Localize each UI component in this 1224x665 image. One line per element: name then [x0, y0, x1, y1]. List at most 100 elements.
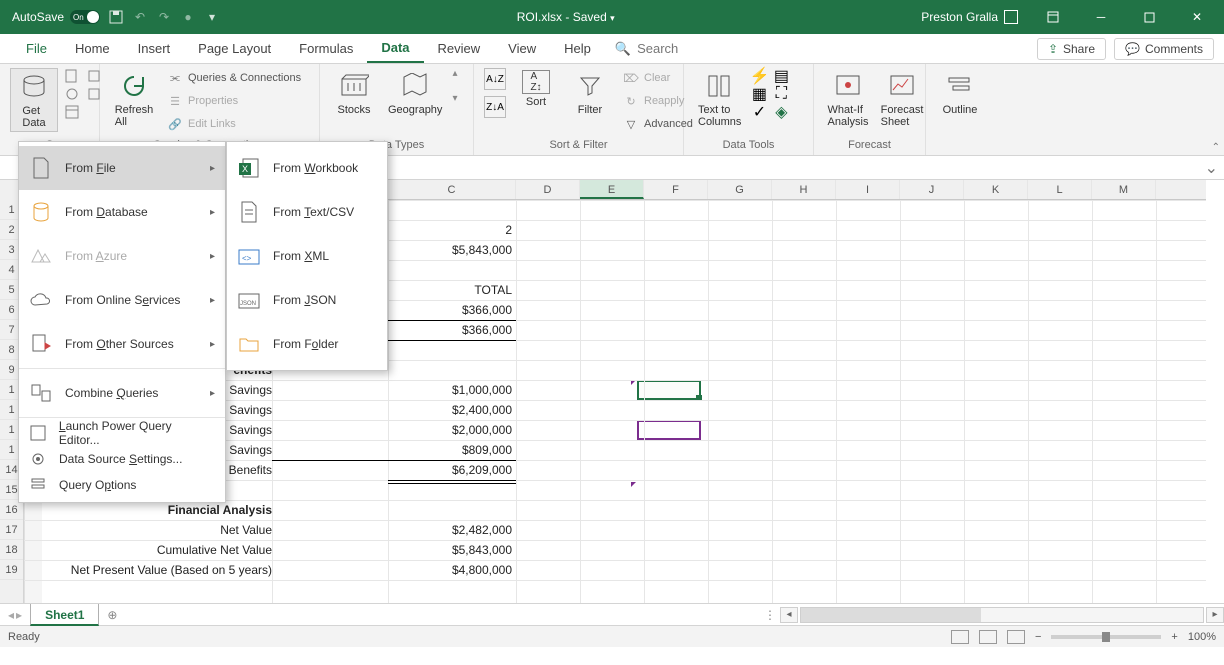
sheet-next-icon[interactable]: ▸ — [16, 608, 22, 622]
titlebar: AutoSave On ↶ ↷ ● ▾ ROI.xlsx - Saved ▾ P… — [0, 0, 1224, 34]
cell[interactable]: 2 — [388, 220, 516, 240]
remove-dup-icon[interactable]: ▦ — [751, 86, 767, 102]
filter-button[interactable]: Filter — [566, 68, 614, 118]
add-sheet-button[interactable]: ⊕ — [99, 608, 125, 622]
text-to-columns-button[interactable]: Text to Columns — [694, 68, 745, 130]
from-file-submenu: XFrom Workbook From Text/CSV <>From XML … — [226, 141, 388, 371]
normal-view-icon[interactable] — [951, 630, 969, 644]
collapse-ribbon-icon[interactable]: ⌃ — [1212, 142, 1220, 153]
cell[interactable]: $366,000 — [388, 320, 516, 340]
sheet-prev-icon[interactable]: ◂ — [8, 608, 14, 622]
cell[interactable]: Financial Analysis — [24, 500, 272, 520]
queries-connections-button[interactable]: ⫘Queries & Connections — [164, 68, 304, 88]
svg-text:X: X — [242, 164, 248, 174]
comments-button[interactable]: 💬Comments — [1114, 38, 1214, 60]
minimize-button[interactable]: ─ — [1078, 0, 1124, 34]
tab-page-layout[interactable]: Page Layout — [184, 34, 285, 63]
menu-query-options[interactable]: Query Options — [19, 472, 225, 498]
sort-desc-icon[interactable]: Z↓A — [484, 96, 506, 118]
menu-from-workbook[interactable]: XFrom Workbook — [227, 146, 387, 190]
ribbon-display-button[interactable] — [1030, 0, 1076, 34]
from-text-icon[interactable] — [64, 68, 80, 84]
get-data-button[interactable]: Get Data — [10, 68, 58, 132]
cell[interactable]: $1,000,000 — [388, 380, 516, 400]
zoom-out-button[interactable]: − — [1035, 631, 1041, 643]
cell[interactable]: Net Value — [24, 520, 272, 540]
autosave-toggle[interactable]: AutoSave On — [12, 10, 100, 24]
touch-mode-icon[interactable]: ● — [180, 9, 196, 25]
database-icon — [29, 200, 53, 224]
status-ready: Ready — [8, 631, 40, 643]
tab-help[interactable]: Help — [550, 34, 605, 63]
datatype-prev-icon[interactable]: ▴ — [452, 68, 457, 79]
cell[interactable]: $2,000,000 — [388, 420, 516, 440]
menu-from-json[interactable]: JSONFrom JSON — [227, 278, 387, 322]
menu-launch-pq[interactable]: Launch Power Query Editor... — [19, 420, 225, 446]
horizontal-scrollbar[interactable]: ⋮ ◂▸ — [764, 606, 1224, 624]
forecast-icon — [886, 70, 918, 102]
from-web-icon[interactable] — [64, 86, 80, 102]
tab-formulas[interactable]: Formulas — [285, 34, 367, 63]
menu-from-folder[interactable]: From Folder — [227, 322, 387, 366]
sheet-tab-sheet1[interactable]: Sheet1 — [30, 604, 99, 626]
refresh-all-button[interactable]: Refresh All — [110, 68, 158, 130]
cell[interactable]: $6,209,000 — [388, 460, 516, 480]
tab-review[interactable]: Review — [424, 34, 495, 63]
cell[interactable]: $2,400,000 — [388, 400, 516, 420]
outline-button[interactable]: Outline — [936, 68, 984, 118]
menu-from-file[interactable]: From File▸ — [19, 146, 225, 190]
menu-from-database[interactable]: From Database▸ — [19, 190, 225, 234]
consolidate-icon[interactable]: ▤ — [773, 68, 789, 84]
cell[interactable]: $5,843,000 — [388, 540, 516, 560]
maximize-button[interactable] — [1126, 0, 1172, 34]
geography-button[interactable]: Geography — [384, 68, 446, 118]
cell[interactable]: $809,000 — [388, 440, 516, 460]
page-break-view-icon[interactable] — [1007, 630, 1025, 644]
menu-from-other[interactable]: From Other Sources▸ — [19, 322, 225, 366]
text-columns-icon — [704, 70, 736, 102]
data-val-icon[interactable]: ✓ — [751, 104, 767, 120]
svg-text:<>: <> — [242, 254, 252, 263]
zoom-slider[interactable] — [1051, 635, 1161, 639]
zoom-in-button[interactable]: + — [1171, 631, 1177, 643]
qat-dropdown-icon[interactable]: ▾ — [204, 9, 220, 25]
search-box[interactable]: 🔍Search — [605, 34, 688, 63]
zoom-level[interactable]: 100% — [1188, 631, 1216, 643]
tab-insert[interactable]: Insert — [124, 34, 185, 63]
cell[interactable]: $366,000 — [388, 300, 516, 320]
cell[interactable]: Net Present Value (Based on 5 years) — [24, 560, 272, 580]
redo-icon[interactable]: ↷ — [156, 9, 172, 25]
close-button[interactable]: ✕ — [1174, 0, 1220, 34]
tab-data[interactable]: Data — [367, 34, 423, 63]
menu-combine-queries[interactable]: Combine Queries▸ — [19, 371, 225, 415]
flash-fill-icon[interactable]: ⚡ — [751, 68, 767, 84]
undo-icon[interactable]: ↶ — [132, 9, 148, 25]
cell[interactable]: $4,800,000 — [388, 560, 516, 580]
datatype-next-icon[interactable]: ▾ — [452, 93, 457, 104]
from-table-icon[interactable] — [64, 104, 80, 120]
cell[interactable]: Cumulative Net Value — [24, 540, 272, 560]
cell[interactable]: $5,843,000 — [388, 240, 516, 260]
data-model-icon[interactable]: ◈ — [773, 104, 789, 120]
user-account[interactable]: Preston Gralla — [911, 10, 1028, 24]
menu-data-source-settings[interactable]: Data Source Settings... — [19, 446, 225, 472]
sort-button[interactable]: AZ↕Sort — [512, 68, 560, 110]
cell[interactable]: $2,482,000 — [388, 520, 516, 540]
cell[interactable]: TOTAL — [388, 280, 516, 300]
forecast-sheet-button[interactable]: Forecast Sheet — [878, 68, 926, 130]
save-icon[interactable] — [108, 9, 124, 25]
tab-file[interactable]: File — [12, 34, 61, 63]
page-layout-view-icon[interactable] — [979, 630, 997, 644]
share-button[interactable]: ⇪Share — [1037, 38, 1106, 60]
menu-from-xml[interactable]: <>From XML — [227, 234, 387, 278]
sort-asc-icon[interactable]: A↓Z — [484, 68, 506, 90]
relationships-icon[interactable]: ⛶ — [773, 86, 789, 102]
stocks-button[interactable]: Stocks — [330, 68, 378, 118]
formula-bar-expand-icon[interactable]: ⌄ — [1205, 158, 1224, 178]
tab-home[interactable]: Home — [61, 34, 124, 63]
excel-icon: X — [237, 156, 261, 180]
tab-view[interactable]: View — [494, 34, 550, 63]
whatif-button[interactable]: What-If Analysis — [824, 68, 872, 130]
menu-from-online[interactable]: From Online Services▸ — [19, 278, 225, 322]
menu-from-textcsv[interactable]: From Text/CSV — [227, 190, 387, 234]
